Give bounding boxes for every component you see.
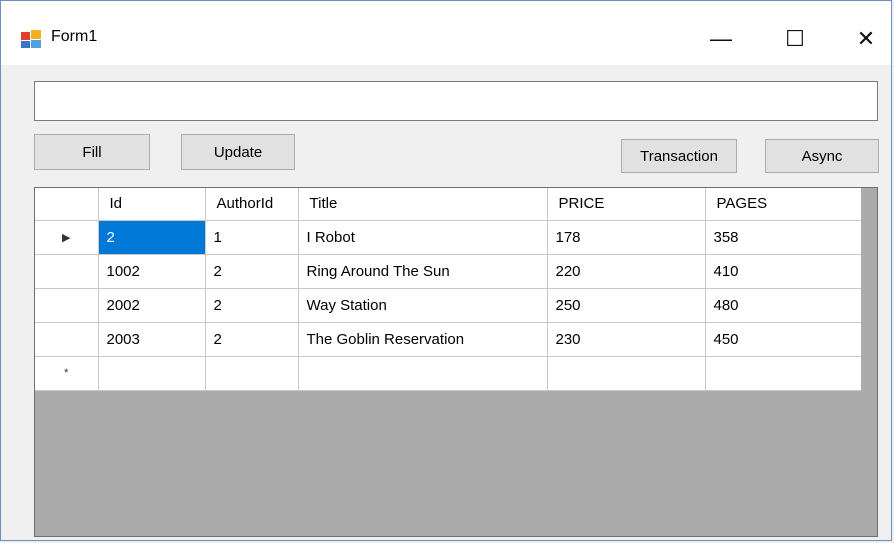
- table-cell[interactable]: 2: [205, 288, 299, 323]
- table-cell[interactable]: 410: [705, 254, 863, 289]
- table-cell[interactable]: I Robot: [298, 220, 548, 255]
- table-cell[interactable]: [547, 356, 706, 391]
- column-header-id[interactable]: Id: [98, 188, 206, 221]
- row-header[interactable]: [35, 322, 99, 357]
- row-header[interactable]: [35, 254, 99, 289]
- table-cell[interactable]: 358: [705, 220, 863, 255]
- grid-right-edge: [861, 188, 877, 394]
- table-row[interactable]: ▶ 2 1 I Robot 178 358: [35, 220, 863, 255]
- column-header-row: Id AuthorId Title PRICE PAGES: [35, 188, 863, 221]
- text-input[interactable]: [34, 81, 878, 121]
- row-header-corner: [35, 188, 99, 221]
- table-cell[interactable]: The Goblin Reservation: [298, 322, 548, 357]
- data-grid[interactable]: Id AuthorId Title PRICE PAGES ▶ 2 1 I Ro…: [34, 187, 878, 537]
- table-cell[interactable]: 480: [705, 288, 863, 323]
- window-title: Form1: [51, 28, 98, 45]
- table-cell[interactable]: [205, 356, 299, 391]
- maximize-button[interactable]: ☐: [768, 19, 822, 59]
- table-cell[interactable]: [98, 356, 206, 391]
- new-row[interactable]: *: [35, 356, 863, 391]
- table-cell[interactable]: 2: [205, 322, 299, 357]
- table-cell[interactable]: 178: [547, 220, 706, 255]
- row-header[interactable]: [35, 288, 99, 323]
- column-header-pages[interactable]: PAGES: [705, 188, 863, 221]
- table-cell[interactable]: Ring Around The Sun: [298, 254, 548, 289]
- update-button[interactable]: Update: [181, 134, 295, 170]
- title-bar[interactable]: Form1 — ☐ ✕: [1, 1, 891, 65]
- table-cell[interactable]: 2: [98, 220, 206, 255]
- table-cell[interactable]: 250: [547, 288, 706, 323]
- table-cell[interactable]: 2002: [98, 288, 206, 323]
- app-icon: [21, 30, 41, 48]
- column-header-price[interactable]: PRICE: [547, 188, 706, 221]
- async-button[interactable]: Async: [765, 139, 879, 173]
- table-cell[interactable]: 2003: [98, 322, 206, 357]
- table-cell[interactable]: [298, 356, 548, 391]
- close-button[interactable]: ✕: [839, 19, 893, 59]
- current-row-indicator-icon[interactable]: ▶: [35, 220, 99, 255]
- table-cell[interactable]: [705, 356, 863, 391]
- table-cell[interactable]: 1002: [98, 254, 206, 289]
- table-row[interactable]: 1002 2 Ring Around The Sun 220 410: [35, 254, 863, 289]
- transaction-button[interactable]: Transaction: [621, 139, 737, 173]
- table-cell[interactable]: 2: [205, 254, 299, 289]
- data-grid-table: Id AuthorId Title PRICE PAGES ▶ 2 1 I Ro…: [35, 188, 863, 391]
- table-cell[interactable]: 220: [547, 254, 706, 289]
- new-row-asterisk-icon[interactable]: *: [35, 356, 99, 391]
- minimize-button[interactable]: —: [694, 19, 748, 59]
- column-header-title[interactable]: Title: [298, 188, 548, 221]
- minimize-icon: —: [710, 26, 732, 51]
- table-row[interactable]: 2002 2 Way Station 250 480: [35, 288, 863, 323]
- table-cell[interactable]: 1: [205, 220, 299, 255]
- table-cell[interactable]: Way Station: [298, 288, 548, 323]
- fill-button[interactable]: Fill: [34, 134, 150, 170]
- column-header-authorid[interactable]: AuthorId: [205, 188, 299, 221]
- table-cell[interactable]: 450: [705, 322, 863, 357]
- close-icon: ✕: [856, 26, 876, 51]
- form-window: Form1 — ☐ ✕ Fill Update Transaction Asyn…: [0, 0, 892, 541]
- table-row[interactable]: 2003 2 The Goblin Reservation 230 450: [35, 322, 863, 357]
- maximize-icon: ☐: [785, 26, 805, 51]
- table-cell[interactable]: 230: [547, 322, 706, 357]
